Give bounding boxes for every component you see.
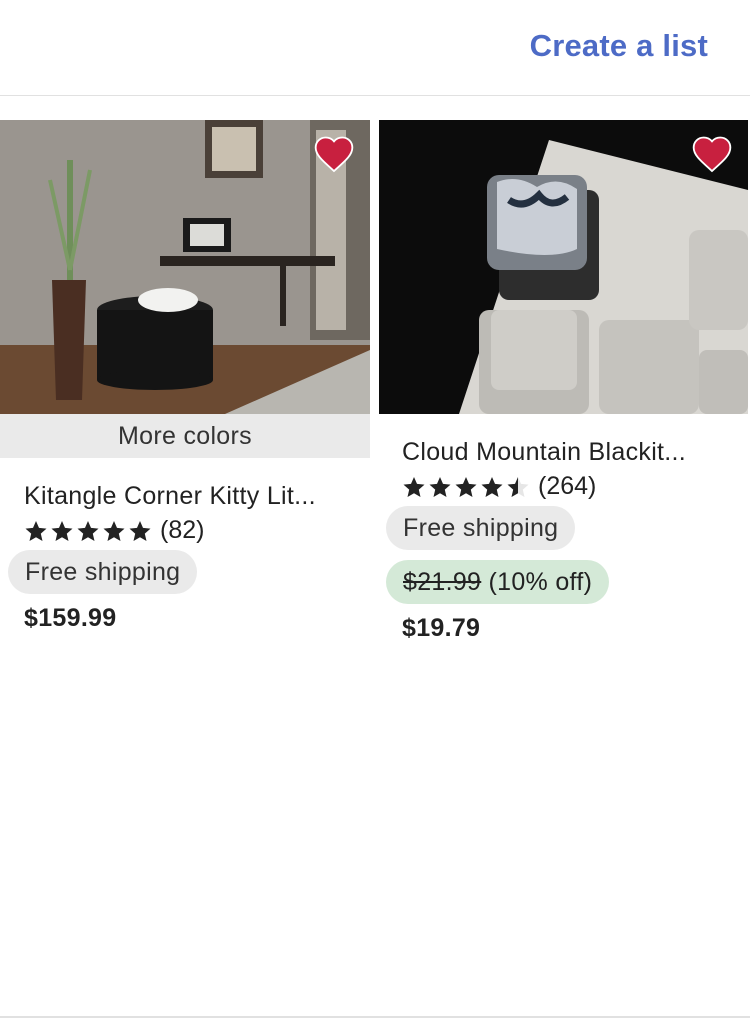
- listing-title[interactable]: Kitangle Corner Kitty Lit...: [24, 482, 354, 511]
- listing-price: $159.99: [24, 604, 117, 632]
- review-count: (82): [160, 516, 205, 544]
- discount-label: (10% off): [488, 568, 593, 596]
- star-icon: [103, 520, 125, 541]
- rating-row: (264): [402, 472, 596, 501]
- star-icon: [455, 476, 477, 497]
- half-star-icon: [507, 476, 529, 497]
- listing-photo[interactable]: [379, 120, 748, 414]
- top-bar: Create a list: [0, 0, 750, 96]
- rating-row: (82): [24, 516, 204, 545]
- listing-price: $19.79: [402, 614, 481, 642]
- star-icon: [77, 520, 99, 541]
- listing-photo[interactable]: [0, 120, 370, 414]
- sale-badge: $21.99 (10% off): [386, 560, 610, 604]
- star-icon: [25, 520, 47, 541]
- star-icon: [429, 476, 451, 497]
- original-price: $21.99: [403, 568, 482, 596]
- free-shipping-badge: Free shipping: [8, 550, 198, 594]
- listing-title[interactable]: Cloud Mountain Blackit...: [402, 438, 722, 467]
- favorite-heart-icon[interactable]: [312, 132, 356, 176]
- favorite-heart-icon[interactable]: [690, 132, 734, 176]
- more-colors-label[interactable]: More colors: [0, 414, 370, 458]
- listing-card[interactable]: More colors Kitangle Corner Kitty Lit...…: [0, 120, 370, 632]
- star-rating: [24, 519, 154, 543]
- star-rating: [402, 475, 532, 499]
- listing-card[interactable]: Cloud Mountain Blackit... (264) Free shi…: [379, 120, 748, 642]
- create-list-link[interactable]: Create a list: [530, 28, 708, 64]
- star-icon: [51, 520, 73, 541]
- star-icon: [129, 520, 151, 541]
- review-count: (264): [538, 472, 597, 500]
- star-icon: [481, 476, 503, 497]
- free-shipping-badge: Free shipping: [386, 506, 576, 550]
- star-icon: [403, 476, 425, 497]
